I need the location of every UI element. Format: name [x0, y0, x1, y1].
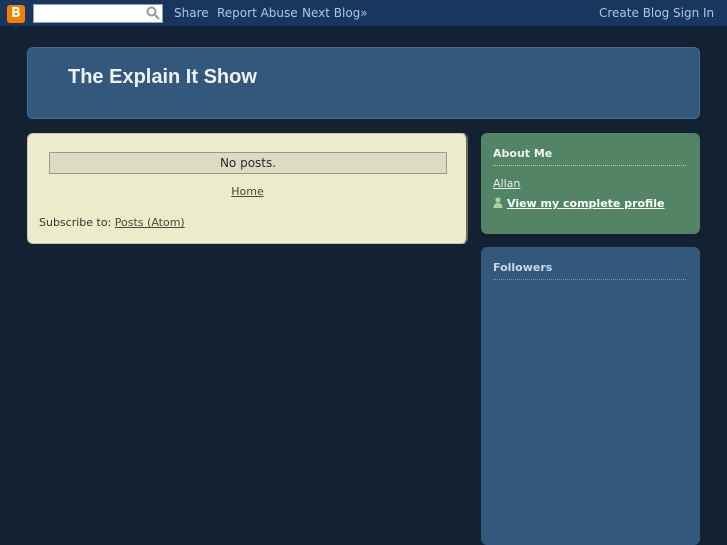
- posts-atom-link[interactable]: Posts (Atom): [115, 216, 185, 229]
- no-posts-message: No posts.: [49, 152, 447, 174]
- blogger-navbar: B Share Report Abuse Next Blog» Create B…: [0, 0, 727, 27]
- sign-in-link[interactable]: Sign In: [673, 6, 714, 20]
- next-blog-link[interactable]: Next Blog»: [302, 6, 368, 20]
- share-link[interactable]: Share: [174, 6, 209, 20]
- blogger-logo-icon[interactable]: B: [7, 5, 25, 23]
- about-me-panel: About Me Allan View my complete profile: [481, 133, 700, 234]
- search-input[interactable]: [33, 4, 163, 23]
- report-abuse-link[interactable]: Report Abuse: [217, 6, 298, 20]
- about-me-title: About Me: [493, 147, 686, 166]
- author-name-link[interactable]: Allan: [493, 177, 520, 190]
- subscribe-line: Subscribe to: Posts (Atom): [39, 216, 185, 229]
- person-icon: [493, 197, 503, 208]
- main-content: No posts. Home Subscribe to: Posts (Atom…: [27, 133, 468, 244]
- search-icon[interactable]: [146, 6, 160, 20]
- subscribe-label: Subscribe to:: [39, 216, 112, 229]
- create-blog-link[interactable]: Create Blog: [599, 6, 669, 20]
- followers-panel: Followers: [481, 247, 700, 545]
- blog-header: The Explain It Show: [27, 47, 700, 119]
- blog-title[interactable]: The Explain It Show: [68, 66, 257, 89]
- view-profile-link[interactable]: View my complete profile: [507, 197, 664, 210]
- home-link[interactable]: Home: [28, 185, 467, 198]
- followers-title: Followers: [493, 261, 686, 280]
